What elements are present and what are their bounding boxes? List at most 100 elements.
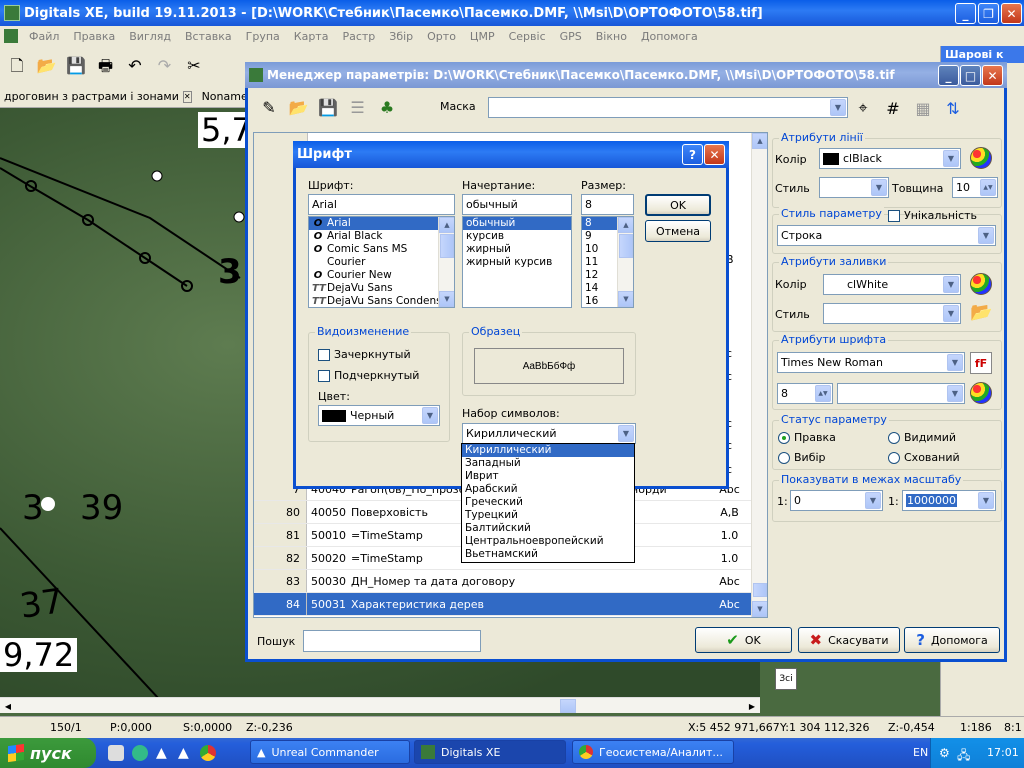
font-list-item[interactable]: Courier: [309, 256, 454, 269]
uniqueness-checkbox[interactable]: Унікальність: [888, 209, 977, 222]
map-hscroll[interactable]: ◀ ▶: [0, 697, 760, 713]
pm-cancel-button[interactable]: ✖ Скасувати: [798, 627, 900, 653]
mask-combo[interactable]: ▼: [488, 97, 848, 118]
style-list-item[interactable]: жирный курсив: [463, 256, 571, 269]
chevron-down-icon[interactable]: ▼: [830, 99, 846, 116]
scroll-up-icon[interactable]: ▲: [439, 217, 454, 233]
font-list-item[interactable]: TT DejaVu Sans Condensed: [309, 295, 454, 307]
chevron-down-icon[interactable]: ▼: [422, 407, 438, 424]
radio-icon[interactable]: [778, 432, 790, 444]
charset-option[interactable]: Центральноевропейский: [462, 535, 634, 548]
start-button[interactable]: пуск: [0, 738, 96, 768]
quick-launch-icon[interactable]: ▲: [156, 745, 167, 761]
menu-file[interactable]: Файл: [22, 30, 66, 43]
radio-hidden[interactable]: Схований: [888, 451, 960, 464]
close-button[interactable]: ✕: [1001, 3, 1022, 24]
style-list-item[interactable]: курсив: [463, 230, 571, 243]
chevron-down-icon[interactable]: ▼: [978, 492, 994, 509]
font-name-input[interactable]: Arial: [308, 194, 455, 215]
font-style-input[interactable]: обычный: [462, 194, 572, 215]
fill-color-combo[interactable]: clWhite ▼: [823, 274, 961, 295]
chevron-down-icon[interactable]: ▼: [978, 227, 994, 244]
scale-to-combo[interactable]: 1000000 ▼: [902, 490, 996, 511]
redo-icon[interactable]: ↷: [152, 52, 178, 78]
tab-document-1[interactable]: дроговин з растрами і зонами: [0, 90, 183, 103]
line-width-stepper[interactable]: 10 ▲▼: [952, 177, 998, 198]
task-digitals[interactable]: Digitals XE: [414, 740, 566, 764]
tree-icon[interactable]: ♣: [374, 94, 400, 120]
font-ok-button[interactable]: OK: [645, 194, 711, 216]
font-list-item[interactable]: TT DejaVu Sans: [309, 282, 454, 295]
quick-launch-icon[interactable]: [108, 745, 124, 761]
fill-style-combo[interactable]: ▼: [823, 303, 961, 324]
quick-launch-icon[interactable]: ▲: [178, 745, 189, 761]
font-name-list[interactable]: O Arial O Arial Black O Comic Sans MS Couri…: [308, 216, 455, 308]
strikeout-checkbox[interactable]: Зачеркнутый: [318, 348, 411, 361]
font-list-scrollbar[interactable]: ▲ ▼: [438, 217, 454, 307]
style-list-item[interactable]: обычный: [463, 217, 571, 230]
scroll-up-icon[interactable]: ▲: [618, 217, 633, 233]
menu-dtm[interactable]: ЦМР: [463, 30, 502, 43]
search-input[interactable]: [303, 630, 481, 652]
menu-view[interactable]: Вигляд: [122, 30, 178, 43]
charset-option[interactable]: Иврит: [462, 470, 634, 483]
checkbox-icon[interactable]: [318, 349, 330, 361]
charset-option[interactable]: Кириллический: [462, 444, 634, 457]
menu-service[interactable]: Сервіс: [502, 30, 553, 43]
pm-maximize-button[interactable]: □: [960, 65, 981, 86]
pm-list-icon[interactable]: ☰: [345, 94, 371, 120]
spin-icon[interactable]: ▲▼: [980, 179, 996, 196]
style-list-item[interactable]: жирный: [463, 243, 571, 256]
font-size-stepper[interactable]: 8 ▲▼: [777, 383, 833, 404]
radio-visible[interactable]: Видимий: [888, 431, 956, 444]
checkbox-icon[interactable]: [888, 210, 900, 222]
palette-icon[interactable]: [970, 382, 992, 404]
chevron-down-icon[interactable]: ▼: [871, 179, 887, 196]
task-browser[interactable]: Геосистема/Аналит...: [572, 740, 734, 764]
scroll-down-icon[interactable]: ▼: [618, 291, 633, 307]
radio-icon[interactable]: [888, 432, 900, 444]
edit-table-icon[interactable]: ✎: [256, 94, 282, 120]
pm-help-button[interactable]: ? Допомога: [904, 627, 1000, 653]
param-style-combo[interactable]: Строка ▼: [777, 225, 996, 246]
menu-ortho[interactable]: Орто: [420, 30, 463, 43]
save-icon[interactable]: 💾: [63, 52, 89, 78]
font-list-item[interactable]: O Arial: [309, 217, 454, 230]
cut-icon[interactable]: ✂: [181, 52, 207, 78]
palette-icon[interactable]: [970, 147, 992, 169]
chevron-down-icon[interactable]: ▼: [943, 150, 959, 167]
task-unreal-commander[interactable]: ▲ Unreal Commander: [250, 740, 410, 764]
line-style-combo[interactable]: ▼: [819, 177, 889, 198]
font-style-list[interactable]: обычный курсив жирный жирный курсив: [462, 216, 572, 308]
charset-combo[interactable]: Кириллический ▼: [462, 423, 636, 444]
chrome-icon[interactable]: [200, 745, 216, 761]
charset-option[interactable]: Балтийский: [462, 522, 634, 535]
open-folder-icon[interactable]: 📂: [970, 302, 992, 323]
menu-help[interactable]: Допомога: [634, 30, 705, 43]
sort-icon[interactable]: ⇅: [940, 95, 966, 121]
pm-ok-button[interactable]: ✔ OK: [695, 627, 792, 653]
undo-icon[interactable]: ↶: [122, 52, 148, 78]
charset-option[interactable]: Западный: [462, 457, 634, 470]
font-list-item[interactable]: O Comic Sans MS: [309, 243, 454, 256]
menu-collect[interactable]: Збір: [382, 30, 420, 43]
spin-icon[interactable]: ▲▼: [815, 385, 831, 402]
radio-edit[interactable]: Правка: [778, 431, 836, 444]
open-folder-icon[interactable]: 📂: [34, 52, 60, 78]
grid-icon[interactable]: ▦: [910, 95, 936, 121]
language-indicator[interactable]: EN: [913, 746, 928, 759]
font-name-combo[interactable]: Times New Roman ▼: [777, 352, 965, 373]
scroll-up-icon[interactable]: ▲: [752, 133, 767, 149]
menu-map[interactable]: Карта: [287, 30, 336, 43]
chevron-down-icon[interactable]: ▼: [947, 354, 963, 371]
radio-icon[interactable]: [888, 452, 900, 464]
filter-icon[interactable]: ⌖: [850, 95, 876, 121]
chevron-down-icon[interactable]: ▼: [865, 492, 881, 509]
pm-minimize-button[interactable]: _: [938, 65, 959, 86]
chevron-down-icon[interactable]: ▼: [943, 276, 959, 293]
font-cancel-button[interactable]: Отмена: [645, 220, 711, 242]
line-color-combo[interactable]: clBlack ▼: [819, 148, 961, 169]
scroll-thumb[interactable]: [619, 234, 633, 258]
radio-icon[interactable]: [778, 452, 790, 464]
network-icon[interactable]: 🖧: [957, 746, 970, 767]
